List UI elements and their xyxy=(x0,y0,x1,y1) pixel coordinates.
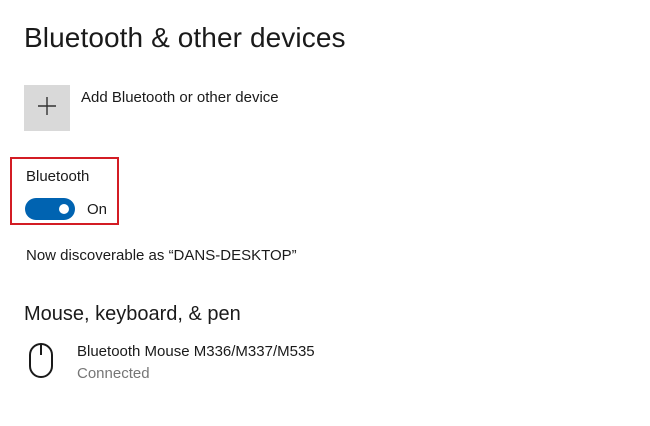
bluetooth-label: Bluetooth xyxy=(26,168,90,185)
plus-icon xyxy=(36,95,58,122)
section-title-mouse-keyboard-pen: Mouse, keyboard, & pen xyxy=(24,303,241,325)
settings-page: Bluetooth & other devices Add Bluetooth … xyxy=(0,0,650,426)
bluetooth-toggle-state: On xyxy=(87,200,108,218)
discoverable-status: Now discoverable as “DANS-DESKTOP” xyxy=(26,247,297,264)
toggle-knob xyxy=(59,204,69,214)
device-text: Bluetooth Mouse M336/M337/M535 Connected xyxy=(77,343,315,382)
device-status: Connected xyxy=(77,365,150,382)
mouse-icon xyxy=(28,342,60,382)
add-device-label[interactable]: Add Bluetooth or other device xyxy=(81,89,279,106)
add-device-button[interactable]: Add Bluetooth or other device xyxy=(24,85,279,131)
bluetooth-toggle-row: On xyxy=(25,198,107,220)
device-item[interactable]: Bluetooth Mouse M336/M337/M535 Connected xyxy=(28,342,315,382)
add-device-tile[interactable] xyxy=(24,85,70,131)
device-name: Bluetooth Mouse M336/M337/M535 xyxy=(77,343,315,360)
page-title: Bluetooth & other devices xyxy=(24,22,346,53)
bluetooth-toggle[interactable] xyxy=(25,198,75,220)
